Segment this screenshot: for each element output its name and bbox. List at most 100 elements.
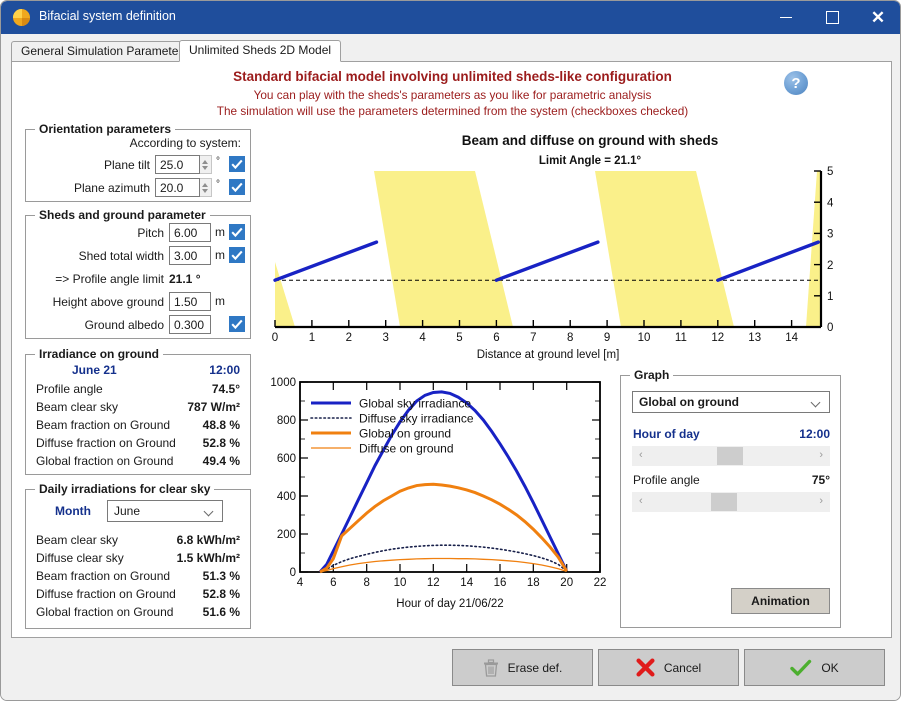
sheds-ground-chart: Beam and diffuse on ground with sheds Li… xyxy=(255,130,885,370)
pitch-checkbox[interactable] xyxy=(229,224,245,240)
ok-button[interactable]: OK xyxy=(744,649,885,686)
irradiance-legend: Global sky irradiance Diffuse sky irradi… xyxy=(311,397,474,456)
plane-azimuth-spinner[interactable] xyxy=(200,178,212,197)
y-axis-tick-labels: 012 345 xyxy=(827,166,834,334)
svg-text:800: 800 xyxy=(277,415,296,427)
hour-of-day-slider-thumb[interactable] xyxy=(717,447,743,465)
irradiance-day-chart: 0200400 6008001000 468 xyxy=(255,372,625,634)
cancel-label: Cancel xyxy=(664,661,701,675)
svg-text:16: 16 xyxy=(494,577,507,589)
sheds-chart-xlabel: Distance at ground level [m] xyxy=(477,349,620,361)
plane-tilt-checkbox[interactable] xyxy=(229,156,245,172)
month-label: Month xyxy=(55,504,91,518)
graph-group-title: Graph xyxy=(630,368,673,382)
svg-text:6: 6 xyxy=(330,577,336,589)
tab-general-simulation-parameters[interactable]: General Simulation Parameters xyxy=(11,41,198,62)
svg-text:1000: 1000 xyxy=(270,377,296,389)
irr-y-ticks xyxy=(300,382,600,572)
svg-text:0: 0 xyxy=(272,332,278,344)
orientation-parameters-group: Orientation parameters According to syst… xyxy=(25,129,251,202)
bifacial-system-definition-window: Bifacial system definition ✕ General Sim… xyxy=(0,0,901,701)
irr-x-tick-labels: 468 101214 161820 22 xyxy=(297,577,607,589)
svg-text:2: 2 xyxy=(346,332,352,344)
slider-right-arrow-icon[interactable]: › xyxy=(819,449,823,461)
height-above-ground-input[interactable]: 1.50 xyxy=(169,292,211,311)
minimize-icon xyxy=(780,17,792,18)
svg-text:13: 13 xyxy=(748,332,761,344)
legend-label-global-ground: Global on ground xyxy=(359,427,451,441)
sheds-chart-title: Beam and diffuse on ground with sheds xyxy=(462,133,719,148)
daily-diffuse-clear-sky-value: 1.5 kWh/m² xyxy=(121,551,240,565)
svg-text:400: 400 xyxy=(277,491,296,503)
irradiance-on-ground-group: Irradiance on ground June 21 12:00 Profi… xyxy=(25,354,251,475)
daily-irradiations-group: Daily irradiations for clear sky Month J… xyxy=(25,489,251,629)
svg-text:4: 4 xyxy=(827,197,834,209)
header-line-2: You can play with the sheds's parameters… xyxy=(12,88,893,102)
svg-text:5: 5 xyxy=(827,166,833,178)
profile-angle-slider[interactable]: ‹ › xyxy=(632,492,830,512)
pitch-input[interactable]: 6.00 xyxy=(169,223,211,242)
trash-icon xyxy=(483,659,499,677)
svg-text:20: 20 xyxy=(560,577,573,589)
plane-tilt-input[interactable]: 25.0 xyxy=(155,155,200,174)
beam-clear-sky-value: 787 W/m² xyxy=(126,400,240,414)
beam-clear-sky-label: Beam clear sky xyxy=(36,400,118,414)
tab-unlimited-sheds-2d-model[interactable]: Unlimited Sheds 2D Model xyxy=(179,40,341,62)
ground-albedo-checkbox[interactable] xyxy=(229,316,245,332)
close-button[interactable]: ✕ xyxy=(855,1,901,34)
svg-text:5: 5 xyxy=(456,332,462,344)
graph-group: Graph Global on ground Hour of day 12:00… xyxy=(620,375,841,628)
plane-azimuth-input[interactable]: 20.0 xyxy=(155,178,200,197)
svg-text:8: 8 xyxy=(363,577,369,589)
irradiance-day-chart-svg: 0200400 6008001000 468 xyxy=(255,372,625,634)
hour-of-day-value: 12:00 xyxy=(731,427,830,441)
slider-left-arrow-icon[interactable]: ‹ xyxy=(639,495,643,507)
height-above-ground-label: Height above ground xyxy=(26,295,164,309)
diffuse-fraction-ground-value: 52.8 % xyxy=(126,436,240,450)
tab-strip: General Simulation Parameters Unlimited … xyxy=(11,41,892,62)
beam-fraction-ground-value: 48.8 % xyxy=(126,418,240,432)
svg-text:18: 18 xyxy=(527,577,540,589)
shed-total-width-input[interactable]: 3.00 xyxy=(169,246,211,265)
daily-beam-fraction-value: 51.3 % xyxy=(121,569,240,583)
svg-text:10: 10 xyxy=(394,577,407,589)
hour-of-day-label: Hour of day xyxy=(633,427,700,441)
daily-beam-clear-sky-label: Beam clear sky xyxy=(36,533,118,547)
header-line-3: The simulation will use the parameters d… xyxy=(12,104,893,118)
svg-text:7: 7 xyxy=(530,332,536,344)
shed-total-width-checkbox[interactable] xyxy=(229,247,245,263)
close-x-icon xyxy=(636,658,655,677)
help-icon[interactable]: ? xyxy=(784,71,808,95)
svg-text:4: 4 xyxy=(419,332,426,344)
animation-button[interactable]: Animation xyxy=(731,588,830,614)
x-axis-tick-labels: 012 345 678 91011 121314 xyxy=(272,332,799,344)
sheds-ground-title: Sheds and ground parameter xyxy=(35,208,210,222)
svg-text:0: 0 xyxy=(827,322,833,334)
cancel-button[interactable]: Cancel xyxy=(598,649,739,686)
hour-of-day-slider[interactable]: ‹ › xyxy=(632,446,830,466)
slider-right-arrow-icon[interactable]: › xyxy=(819,495,823,507)
shed-total-width-unit: m xyxy=(215,248,225,262)
irr-x-ticks xyxy=(300,382,600,572)
slider-left-arrow-icon[interactable]: ‹ xyxy=(639,449,643,461)
window-title: Bifacial system definition xyxy=(39,9,176,23)
svg-text:3: 3 xyxy=(827,229,833,241)
height-above-ground-unit: m xyxy=(215,294,225,308)
erase-def-button[interactable]: Erase def. xyxy=(452,649,593,686)
maximize-button[interactable] xyxy=(809,1,855,34)
graph-type-select[interactable]: Global on ground xyxy=(632,391,830,413)
ground-albedo-input[interactable]: 0.300 xyxy=(169,315,211,334)
svg-text:11: 11 xyxy=(675,332,687,344)
month-select[interactable]: June xyxy=(107,500,223,522)
plane-tilt-spinner[interactable] xyxy=(200,155,212,174)
chevron-down-icon xyxy=(205,508,215,514)
plane-azimuth-checkbox[interactable] xyxy=(229,179,245,195)
according-to-system-label: According to system: xyxy=(26,136,241,150)
minimize-button[interactable] xyxy=(763,1,809,34)
erase-def-label: Erase def. xyxy=(508,661,563,675)
profile-angle-slider-thumb[interactable] xyxy=(711,493,737,511)
title-bar: Bifacial system definition ✕ xyxy=(1,1,901,34)
animation-button-label: Animation xyxy=(751,594,810,608)
close-icon: ✕ xyxy=(871,8,885,28)
irradiance-date: June 21 xyxy=(72,363,117,377)
